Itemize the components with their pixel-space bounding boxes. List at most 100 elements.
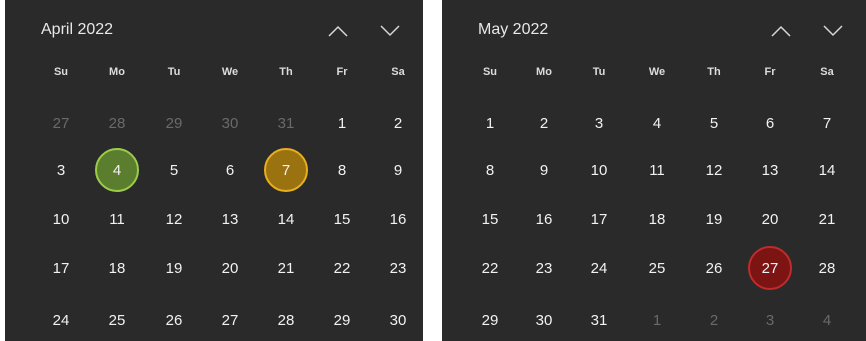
day-cell[interactable]: 15 <box>468 197 512 241</box>
day-cell[interactable]: 26 <box>152 298 196 341</box>
day-cell[interactable]: 24 <box>577 246 621 290</box>
month-title[interactable]: April 2022 <box>41 21 113 39</box>
day-cell[interactable]: 16 <box>376 197 420 241</box>
day-cell[interactable]: 20 <box>208 246 252 290</box>
day-cell[interactable]: 8 <box>468 148 512 192</box>
day-cell[interactable]: 11 <box>95 197 139 241</box>
chevron-down-icon <box>823 25 843 37</box>
day-cell-adjacent-month[interactable]: 2 <box>692 298 736 341</box>
day-cell[interactable]: 10 <box>577 148 621 192</box>
calendar-header: May 2022 <box>442 0 866 60</box>
day-cell[interactable]: 13 <box>208 197 252 241</box>
day-cell[interactable]: 27 <box>208 298 252 341</box>
day-cell[interactable]: 23 <box>522 246 566 290</box>
weekday-label: Tu <box>167 66 181 78</box>
day-cell[interactable]: 11 <box>635 148 679 192</box>
day-cell[interactable]: 29 <box>468 298 512 341</box>
day-cell-adjacent-month[interactable]: 3 <box>748 298 792 341</box>
weekday-header-row: Su Mo Tu We Th Fr Sa <box>442 66 866 90</box>
weekday-label: Th <box>707 66 721 78</box>
weekday-label: Fr <box>764 66 776 78</box>
day-cell[interactable]: 28 <box>264 298 308 341</box>
day-cell-highlighted-red[interactable]: 27 <box>748 246 792 290</box>
day-cell[interactable]: 17 <box>39 246 83 290</box>
weekday-label: Sa <box>820 66 834 78</box>
day-cell[interactable]: 2 <box>376 101 420 145</box>
day-cell[interactable]: 26 <box>692 246 736 290</box>
next-month-button[interactable] <box>818 16 848 46</box>
day-cell-adjacent-month[interactable]: 31 <box>264 101 308 145</box>
day-cell[interactable]: 2 <box>522 101 566 145</box>
day-cell[interactable]: 16 <box>522 197 566 241</box>
day-cell[interactable]: 5 <box>152 148 196 192</box>
weekday-header-row: Su Mo Tu We Th Fr Sa <box>5 66 423 90</box>
day-cell[interactable]: 8 <box>320 148 364 192</box>
day-cell[interactable]: 30 <box>522 298 566 341</box>
weekday-label: Tu <box>592 66 606 78</box>
day-cell[interactable]: 3 <box>577 101 621 145</box>
day-cell-adjacent-month[interactable]: 30 <box>208 101 252 145</box>
weekday-label: Su <box>53 66 69 78</box>
chevron-down-icon <box>380 25 400 37</box>
day-cell[interactable]: 7 <box>805 101 849 145</box>
weekday-label: Mo <box>109 66 125 78</box>
day-cell[interactable]: 14 <box>805 148 849 192</box>
previous-month-button[interactable] <box>766 16 796 46</box>
day-cell[interactable]: 22 <box>320 246 364 290</box>
day-cell[interactable]: 5 <box>692 101 736 145</box>
day-cell[interactable]: 6 <box>208 148 252 192</box>
day-cell[interactable]: 25 <box>95 298 139 341</box>
day-cell[interactable]: 17 <box>577 197 621 241</box>
previous-month-button[interactable] <box>323 16 353 46</box>
day-cell[interactable]: 25 <box>635 246 679 290</box>
day-cell[interactable]: 4 <box>635 101 679 145</box>
day-cell[interactable]: 19 <box>692 197 736 241</box>
day-cell[interactable]: 3 <box>39 148 83 192</box>
day-cell-highlighted-green[interactable]: 4 <box>95 148 139 192</box>
day-cell-adjacent-month[interactable]: 28 <box>95 101 139 145</box>
day-cell-adjacent-month[interactable]: 4 <box>805 298 849 341</box>
day-cell-adjacent-month[interactable]: 29 <box>152 101 196 145</box>
day-cell[interactable]: 24 <box>39 298 83 341</box>
day-cell[interactable]: 13 <box>748 148 792 192</box>
day-cell[interactable]: 21 <box>264 246 308 290</box>
month-title[interactable]: May 2022 <box>478 21 548 39</box>
weekday-label: Sa <box>391 66 405 78</box>
calendar-header: April 2022 <box>5 0 423 60</box>
day-cell[interactable]: 15 <box>320 197 364 241</box>
weekday-label: Th <box>279 66 293 78</box>
day-cell[interactable]: 12 <box>152 197 196 241</box>
day-cell[interactable]: 18 <box>635 197 679 241</box>
day-cell[interactable]: 20 <box>748 197 792 241</box>
day-cell[interactable]: 14 <box>264 197 308 241</box>
day-cell[interactable]: 1 <box>468 101 512 145</box>
day-cell[interactable]: 1 <box>320 101 364 145</box>
next-month-button[interactable] <box>375 16 405 46</box>
day-cell[interactable]: 23 <box>376 246 420 290</box>
day-cell[interactable]: 12 <box>692 148 736 192</box>
weekday-label: Mo <box>536 66 552 78</box>
chevron-up-icon <box>771 25 791 37</box>
day-cell[interactable]: 30 <box>376 298 420 341</box>
day-cell[interactable]: 6 <box>748 101 792 145</box>
day-cell[interactable]: 9 <box>522 148 566 192</box>
day-cell[interactable]: 31 <box>577 298 621 341</box>
day-cell[interactable]: 18 <box>95 246 139 290</box>
day-cell[interactable]: 9 <box>376 148 420 192</box>
weekday-label: We <box>648 66 666 78</box>
day-cell[interactable]: 19 <box>152 246 196 290</box>
day-cell[interactable]: 29 <box>320 298 364 341</box>
weekday-label: Fr <box>336 66 348 78</box>
day-cell[interactable]: 22 <box>468 246 512 290</box>
calendar-april: April 2022 Su Mo Tu We Th Fr Sa 27 28 29 30 31 1 2 3 4… <box>5 0 423 341</box>
day-cell[interactable]: 28 <box>805 246 849 290</box>
day-cell-highlighted-amber[interactable]: 7 <box>264 148 308 192</box>
day-cell-adjacent-month[interactable]: 27 <box>39 101 83 145</box>
day-grid: 27 28 29 30 31 1 2 3 4 5 6 7 8 9 10 11 12 13 14 15 16 17 18 19 2… <box>5 98 423 341</box>
weekday-label: We <box>221 66 239 78</box>
day-cell[interactable]: 21 <box>805 197 849 241</box>
day-cell[interactable]: 10 <box>39 197 83 241</box>
day-cell-adjacent-month[interactable]: 1 <box>635 298 679 341</box>
day-grid: 1 2 3 4 5 6 7 8 9 10 11 12 13 14 15 16 17 18 19 20 21 22 23 24 2… <box>442 98 866 341</box>
calendar-may: May 2022 Su Mo Tu We Th Fr Sa 1 2 3 4 5 6 7 8 9 10 11 12 1… <box>442 0 866 341</box>
